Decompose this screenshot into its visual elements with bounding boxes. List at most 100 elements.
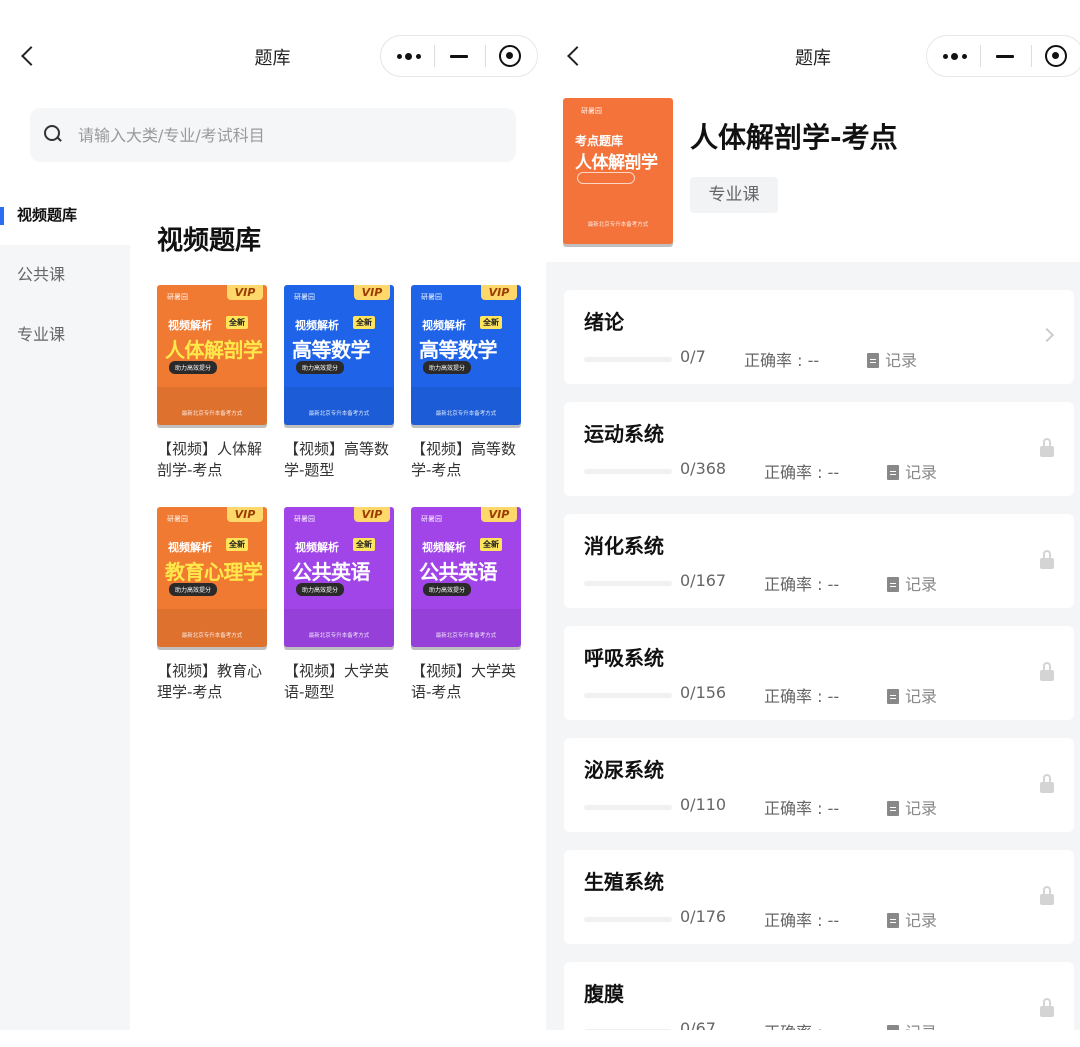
cover-pill: 助力高效提分 — [423, 583, 472, 596]
cover-band — [411, 609, 521, 647]
chapter-row[interactable]: 泌尿系统 0/110 正确率 : -- 记录 — [564, 738, 1074, 832]
lock-icon — [1040, 438, 1054, 458]
book-title: 【视频】高等数学-题型 — [284, 440, 390, 479]
chapter-row[interactable]: 生殖系统 0/176 正确率 : -- 记录 — [564, 850, 1074, 944]
cover-footer: 最新北京专升本备考方式 — [308, 411, 370, 417]
minimize-icon[interactable] — [434, 36, 484, 76]
book-title: 【视频】教育心理学-考点 — [157, 662, 263, 701]
search-bar[interactable] — [30, 108, 516, 162]
cover-footer: 最新北京专升本备考方式 — [181, 633, 243, 639]
progress-count: 0/67 — [680, 1019, 716, 1030]
cover-brand: 研暑园 — [421, 515, 442, 523]
book-title: 【视频】大学英语-考点 — [411, 662, 517, 701]
book-cover-image: 研暑园 VIP 视频解析 全新公共英语 助力高效提分最新北京专升本备考方式 — [411, 507, 521, 647]
vip-badge: VIP — [481, 285, 517, 300]
minimize-icon[interactable] — [980, 36, 1030, 76]
record-label: 记录 — [905, 687, 938, 706]
back-arrow-icon[interactable] — [564, 41, 586, 71]
mini-program-capsule — [380, 35, 538, 77]
vip-badge: VIP — [354, 285, 390, 300]
record-link[interactable]: 记录 — [867, 347, 917, 371]
accuracy-label: 正确率 : -- — [764, 911, 840, 930]
record-link[interactable]: 记录 — [887, 1019, 937, 1030]
progress-bar — [584, 917, 672, 922]
vip-badge: VIP — [227, 285, 263, 300]
book-title: 【视频】高等数学-考点 — [411, 440, 517, 479]
close-target-icon[interactable] — [485, 36, 535, 76]
vip-badge: VIP — [481, 507, 517, 522]
book-card[interactable]: 研暑园 VIP 视频解析 全新公共英语 助力高效提分最新北京专升本备考方式【视频】大学英… — [411, 507, 523, 703]
chapter-row[interactable]: 绪论 0/7 正确率 : -- 记录 — [564, 290, 1074, 384]
chapter-row[interactable]: 腹膜 0/67 正确率 : -- 记录 — [564, 962, 1074, 1030]
more-options-icon[interactable] — [929, 36, 979, 76]
record-link[interactable]: 记录 — [887, 571, 937, 595]
record-link[interactable]: 记录 — [887, 459, 937, 483]
cover-new-tag: 全新 — [353, 538, 375, 551]
book-card[interactable]: 研暑园 VIP 视频解析 全新 公共英语 助力高效提分 最新北京专升本备考方式 【视频】大学英… — [284, 507, 396, 703]
chapter-title: 消化系统 — [584, 534, 664, 558]
accuracy-label: 正确率 : -- — [764, 575, 840, 594]
cover-new-tag: 全新 — [480, 538, 502, 551]
chapter-row[interactable]: 呼吸系统 0/156 正确率 : -- 记录 — [564, 626, 1074, 720]
record-link[interactable]: 记录 — [887, 795, 937, 819]
book-cover-image: 研暑园 VIP 视频解析 全新 教育心理学 助力高效提分 最新北京专升本备考方式 — [157, 507, 267, 647]
course-cover-image: 研暑园 考点题库 人体解剖学 最新北京专升本备考方式 — [563, 98, 673, 244]
course-category-tag: 专业课 — [690, 177, 778, 213]
document-icon — [887, 1025, 899, 1030]
more-options-icon[interactable] — [383, 36, 433, 76]
cover-brand: 研暑园 — [167, 293, 188, 301]
cover-footer: 最新北京专升本备考方式 — [435, 633, 497, 639]
book-card[interactable]: 研暑园 VIP 视频解析 全新 教育心理学 助力高效提分 最新北京专升本备考方式 【视频】教育… — [157, 507, 269, 703]
cover-title: 公共英语 — [419, 560, 498, 584]
cover-pill: 助力高效提分 — [423, 361, 472, 374]
chapter-row[interactable]: 运动系统 0/368 正确率 : -- 记录 — [564, 402, 1074, 496]
sidebar-item-public-course[interactable]: 公共课 — [0, 245, 130, 305]
book-card[interactable]: 研暑园 VIP 视频解析 全新 高等数学 助力高效提分 最新北京专升本备考方式 【视频】高等数… — [284, 285, 396, 481]
book-title: 【视频】大学英语-题型 — [284, 662, 390, 701]
course-detail-screen: 题库 研暑园 考点题库 人体解剖学 最新北京专升本备考方式 人体解剖学-考点 专… — [546, 0, 1080, 1030]
document-icon — [887, 689, 899, 704]
cover-title: 人体解剖学 — [575, 153, 658, 173]
record-label: 记录 — [905, 799, 938, 818]
search-input[interactable] — [78, 118, 498, 152]
cover-title: 教育心理学 — [165, 560, 263, 584]
course-title: 人体解剖学-考点 — [690, 121, 898, 154]
lock-icon — [1040, 550, 1054, 570]
chevron-right-icon — [1039, 327, 1055, 343]
record-link[interactable]: 记录 — [887, 907, 937, 931]
cover-footer: 最新北京专升本备考方式 — [308, 633, 370, 639]
book-card[interactable]: 研暑园 VIP 视频解析 全新 人体解剖学 助力高效提分 最新北京专升本备考方式 【视频】人体… — [157, 285, 269, 481]
cover-title: 公共英语 — [292, 560, 371, 584]
lock-icon — [1040, 886, 1054, 906]
accuracy-label: 正确率 : -- — [764, 687, 840, 706]
record-label: 记录 — [885, 351, 918, 370]
cover-subtitle: 视频解析 — [168, 319, 212, 332]
close-target-icon[interactable] — [1031, 36, 1080, 76]
cover-subtitle: 视频解析 — [295, 541, 339, 554]
cover-subtitle: 考点题库 — [575, 134, 624, 148]
document-icon — [887, 913, 899, 928]
cover-band — [157, 609, 267, 647]
sidebar-item-video-bank[interactable]: 视频题库 — [0, 185, 130, 245]
accuracy-label: 正确率 : -- — [764, 463, 840, 482]
progress-count: 0/110 — [680, 795, 727, 814]
chapter-row[interactable]: 消化系统 0/167 正确率 : -- 记录 — [564, 514, 1074, 608]
nav-bar: 题库 — [0, 28, 545, 84]
cover-title: 高等数学 — [292, 338, 371, 362]
record-label: 记录 — [905, 911, 938, 930]
cover-pill: 助力高效提分 — [169, 583, 218, 596]
progress-bar — [584, 805, 672, 810]
progress-bar — [584, 469, 672, 474]
progress-bar — [584, 581, 672, 586]
cover-subtitle: 视频解析 — [422, 541, 466, 554]
sidebar-item-major-course[interactable]: 专业课 — [0, 305, 130, 365]
accuracy-label: 正确率 : -- — [764, 799, 840, 818]
document-icon — [887, 577, 899, 592]
book-card[interactable]: 研暑园 VIP 视频解析 全新 高等数学 助力高效提分 最新北京专升本备考方式 【视频】高等数… — [411, 285, 523, 481]
lock-icon — [1040, 998, 1054, 1018]
cover-brand: 研暑园 — [421, 293, 442, 301]
back-arrow-icon[interactable] — [18, 41, 40, 71]
record-link[interactable]: 记录 — [887, 683, 937, 707]
cover-subtitle: 视频解析 — [422, 319, 466, 332]
cover-subtitle: 视频解析 — [295, 319, 339, 332]
